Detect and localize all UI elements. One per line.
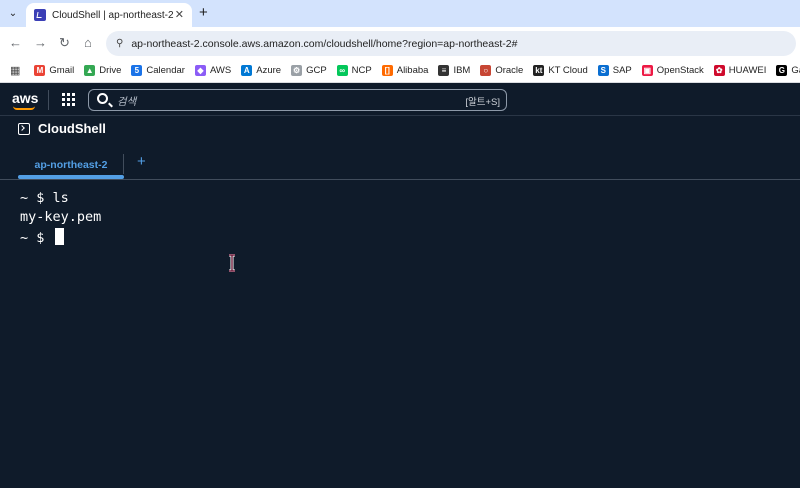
terminal-prompt-line[interactable]: ~ $ xyxy=(20,228,64,246)
bookmark-gcp[interactable]: ⚙ GCP xyxy=(291,65,327,76)
aws-icon: ◆ xyxy=(194,65,206,76)
back-arrow-icon[interactable]: ← xyxy=(9,35,22,50)
bookmark-calendar[interactable]: 5 Calendar xyxy=(131,65,185,76)
bookmark-gmail[interactable]: M Gmail xyxy=(34,65,74,76)
terminal-icon xyxy=(18,122,30,135)
bookmark-azure[interactable]: A Azure xyxy=(241,65,281,76)
huawei-icon: ✿ xyxy=(713,65,725,76)
bookmark-huawei[interactable]: ✿ HUAWEI xyxy=(713,65,767,76)
apps-grid-icon[interactable]: ▦ xyxy=(10,64,20,77)
url-text[interactable]: ap-northeast-2.console.aws.amazon.com/cl… xyxy=(131,38,517,50)
terminal-area[interactable]: ~ $ ls my-key.pem ~ $ xyxy=(0,181,800,488)
bookmark-openstack[interactable]: ▣ OpenStack xyxy=(641,65,704,76)
bookmark-sap[interactable]: S SAP xyxy=(597,65,632,76)
bookmark-gabia[interactable]: GGabia xyxy=(776,65,800,76)
cloudshell-header: CloudShell xyxy=(18,121,106,136)
terminal-line: my-key.pem xyxy=(20,209,102,225)
bookmark-ibm[interactable]: ≡ IBM xyxy=(438,65,470,76)
drive-icon: ▲ xyxy=(84,65,96,76)
bookmark-label: SAP xyxy=(612,65,632,76)
tab-title: CloudShell | ap-northeast-2 xyxy=(52,9,174,21)
aws-logo[interactable]: aws xyxy=(12,90,38,106)
search-input[interactable]: 검색 [알트+S] xyxy=(88,89,507,111)
kt-cloud-icon: kt xyxy=(533,65,545,76)
gmail-icon: M xyxy=(34,65,46,76)
search-shortcut-hint: [알트+S] xyxy=(465,97,500,108)
browser-toolbar: ← → ↻ ⌂ ⚲ ap-northeast-2.console.aws.ama… xyxy=(0,27,800,59)
terminal-line: ~ $ ls xyxy=(20,190,69,206)
bookmarks-bar: ▦ M Gmail ▲ Drive 5 Calendar ◆ AWS A Azure ⚙ GCP ∞ NC… xyxy=(0,59,800,83)
active-tab-indicator xyxy=(18,175,124,179)
search-placeholder: 검색 xyxy=(117,96,137,108)
close-tab-icon[interactable]: ✕ xyxy=(175,8,184,21)
bookmark-label: Gabia xyxy=(791,65,800,76)
bookmark-label: IBM xyxy=(453,65,471,76)
reload-icon[interactable]: ↻ xyxy=(59,35,70,51)
oracle-icon: ○ xyxy=(480,65,492,76)
bookmark-label: Calendar xyxy=(146,65,185,76)
browser-tab[interactable]: CloudShell | ap-northeast-2 ✕ xyxy=(26,3,192,27)
ncp-icon: ∞ xyxy=(336,65,348,76)
bookmark-label: Drive xyxy=(99,65,122,76)
bookmark-label: OpenStack xyxy=(656,65,704,76)
bookmark-kt-cloud[interactable]: kt KT Cloud xyxy=(533,65,588,76)
bookmark-drive[interactable]: ▲ Drive xyxy=(84,65,121,76)
terminal-tabs: ap-northeast-2 + xyxy=(0,150,800,180)
tab-search-chevron-icon[interactable]: ⌄ xyxy=(4,4,22,22)
ibm-icon: ≡ xyxy=(438,65,450,76)
bookmark-label: AWS xyxy=(209,65,232,76)
bookmark-label: NCP xyxy=(351,65,372,76)
bookmark-label: Gmail xyxy=(49,65,75,76)
bookmark-label: KT Cloud xyxy=(548,65,588,76)
text-cursor-icon xyxy=(229,254,235,272)
calendar-icon: 5 xyxy=(131,65,143,76)
address-bar[interactable]: ⚲ ap-northeast-2.console.aws.amazon.com/… xyxy=(106,31,796,56)
bookmark-label: Azure xyxy=(256,65,282,76)
alibaba-icon: [] xyxy=(381,65,393,76)
bookmark-label: GCP xyxy=(306,65,327,76)
bookmark-label: Alibaba xyxy=(396,65,429,76)
bookmark-label: HUAWEI xyxy=(728,65,767,76)
terminal-prompt: ~ $ xyxy=(20,230,53,246)
cloudshell-favicon-icon xyxy=(34,9,46,21)
gabia-icon: G xyxy=(776,65,788,76)
bookmark-aws[interactable]: ◆ AWS xyxy=(194,65,232,76)
openstack-icon: ▣ xyxy=(641,65,653,76)
header-divider xyxy=(48,90,49,110)
aws-console-header: aws 검색 [알트+S] xyxy=(0,84,800,116)
aws-logo-smile xyxy=(13,106,35,110)
sap-icon: S xyxy=(597,65,609,76)
browser-tab-strip: ⌄ CloudShell | ap-northeast-2 ✕ + xyxy=(0,0,800,27)
page-title: CloudShell xyxy=(38,121,106,136)
search-icon xyxy=(97,93,108,104)
tab-divider xyxy=(123,154,124,174)
new-tab-button[interactable]: + xyxy=(199,4,208,21)
site-info-icon[interactable]: ⚲ xyxy=(116,38,123,49)
bookmark-ncp[interactable]: ∞ NCP xyxy=(336,65,372,76)
bookmark-label: Oracle xyxy=(495,65,524,76)
gcp-icon: ⚙ xyxy=(291,65,303,76)
home-icon[interactable]: ⌂ xyxy=(84,35,92,50)
terminal-cursor xyxy=(54,228,64,245)
azure-icon: A xyxy=(241,65,253,76)
bookmark-alibaba[interactable]: [] Alibaba xyxy=(381,65,429,76)
add-tab-button[interactable]: + xyxy=(137,153,146,170)
services-grid-icon[interactable] xyxy=(62,93,75,106)
bookmark-oracle[interactable]: ○ Oracle xyxy=(480,65,523,76)
forward-arrow-icon[interactable]: → xyxy=(34,35,47,50)
